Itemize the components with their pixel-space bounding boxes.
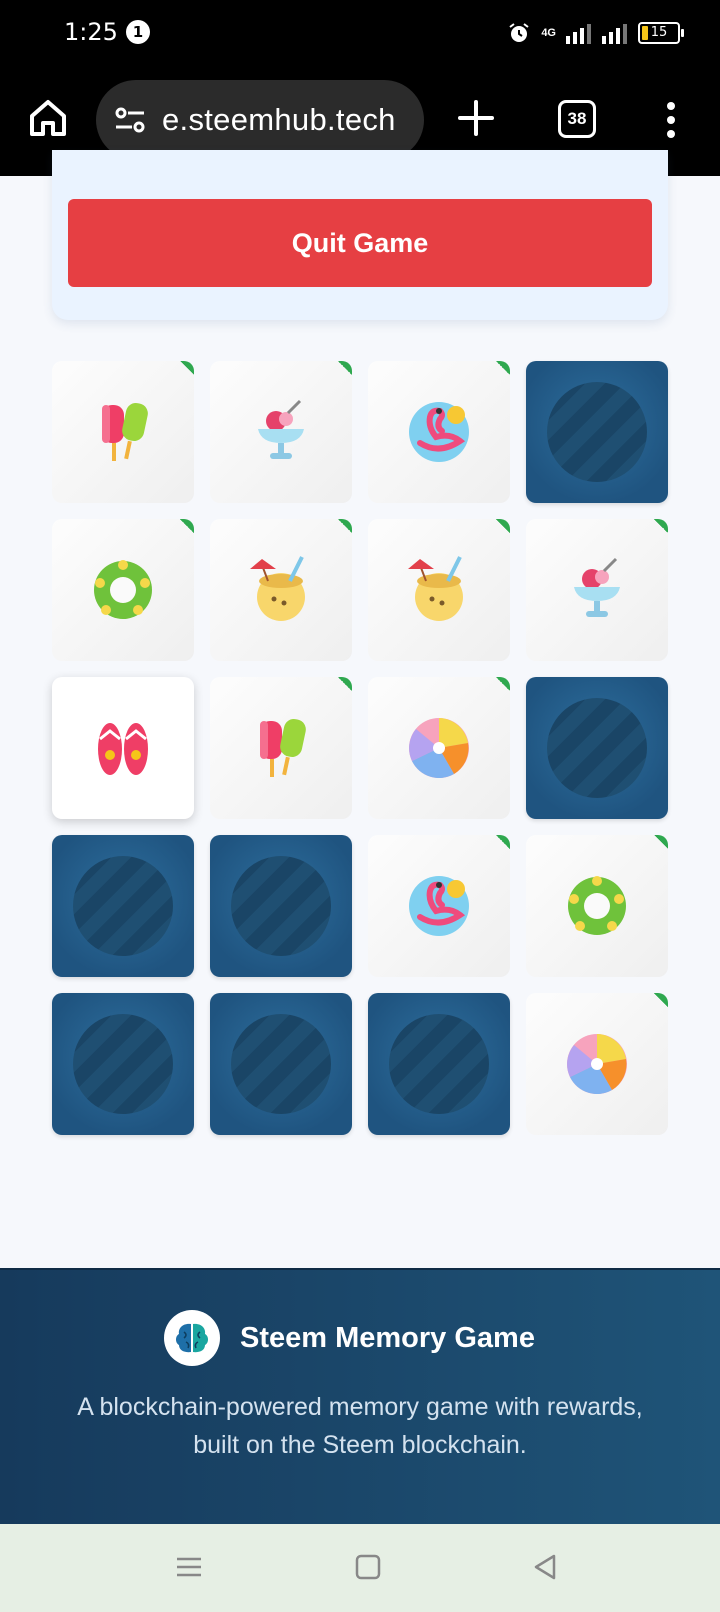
more-menu-icon[interactable] [664,100,678,140]
memory-card[interactable] [210,993,352,1135]
ice-cream-sundae-icon [574,557,620,617]
status-bar: 1:25 1 4G 15 [0,0,720,66]
matched-marker [654,835,668,849]
tab-switcher-button[interactable]: 38 [558,100,596,138]
card-back-icon [231,856,331,956]
footer-brand: Steem Memory Game [164,1310,535,1366]
popsicle-icon [260,718,306,777]
memory-card[interactable] [210,677,352,819]
memory-card[interactable] [210,519,352,661]
coconut-drink-icon [408,556,463,621]
site-settings-icon[interactable] [112,102,148,138]
flamingo-float-icon [409,402,469,462]
site-footer: Steem Memory Game A blockchain-powered m… [0,1268,720,1526]
memory-card[interactable] [526,835,668,977]
card-back-icon [389,1014,489,1114]
home-nav-icon[interactable] [351,1550,385,1584]
matched-marker [654,993,668,1007]
memory-card[interactable] [52,993,194,1135]
alarm-icon [509,23,529,42]
matched-marker [496,677,510,691]
memory-card[interactable] [52,677,194,819]
memory-card[interactable] [368,519,510,661]
flip-flops-icon [98,723,148,775]
status-time: 1:25 [64,18,118,46]
beach-ball-icon [409,718,469,778]
matched-marker [338,519,352,533]
signal-icon [566,24,591,44]
matched-marker [654,519,668,533]
quit-game-button[interactable]: Quit Game [68,199,652,287]
signal-icon-2 [602,24,627,44]
url-text[interactable]: e.steemhub.tech [162,102,396,138]
matched-marker [180,361,194,375]
matched-marker [180,519,194,533]
card-back-icon [73,1014,173,1114]
new-tab-icon[interactable] [456,98,496,138]
memory-card[interactable] [52,361,194,503]
brain-logo-icon [164,1310,220,1366]
matched-marker [338,361,352,375]
system-nav-bar [0,1524,720,1612]
matched-marker [496,835,510,849]
matched-marker [496,519,510,533]
flamingo-float-icon [409,876,469,936]
memory-card[interactable] [526,677,668,819]
footer-tagline: A blockchain-powered memory game with re… [77,1393,643,1459]
matched-marker [496,361,510,375]
memory-card[interactable] [210,361,352,503]
card-back-icon [231,1014,331,1114]
swim-ring-icon [94,560,152,619]
home-icon[interactable] [26,96,70,140]
memory-card[interactable] [52,519,194,661]
memory-card[interactable] [526,993,668,1135]
matched-marker [338,677,352,691]
ice-cream-sundae-icon [258,399,304,459]
memory-card[interactable] [526,361,668,503]
status-icons: 4G 15 [507,18,684,48]
card-back-icon [547,698,647,798]
beach-ball-icon [567,1034,627,1094]
card-back-icon [547,382,647,482]
coconut-drink-icon [250,556,305,621]
popsicle-icon [102,402,148,461]
address-bar[interactable]: e.steemhub.tech [96,80,424,160]
memory-board [52,361,668,1135]
memory-card[interactable] [210,835,352,977]
memory-card[interactable] [368,993,510,1135]
back-icon[interactable] [528,1550,562,1584]
memory-card[interactable] [368,677,510,819]
memory-card[interactable] [526,519,668,661]
memory-card[interactable] [368,361,510,503]
recents-icon[interactable] [172,1550,206,1584]
battery-level: 15 [650,25,668,40]
network-type: 4G [541,27,556,39]
memory-card[interactable] [368,835,510,977]
notification-badge: 1 [126,20,150,44]
swim-ring-icon [568,876,626,935]
card-back-icon [73,856,173,956]
memory-card[interactable] [52,835,194,977]
footer-brand-name: Steem Memory Game [240,1321,535,1354]
battery-icon: 15 [638,22,684,44]
